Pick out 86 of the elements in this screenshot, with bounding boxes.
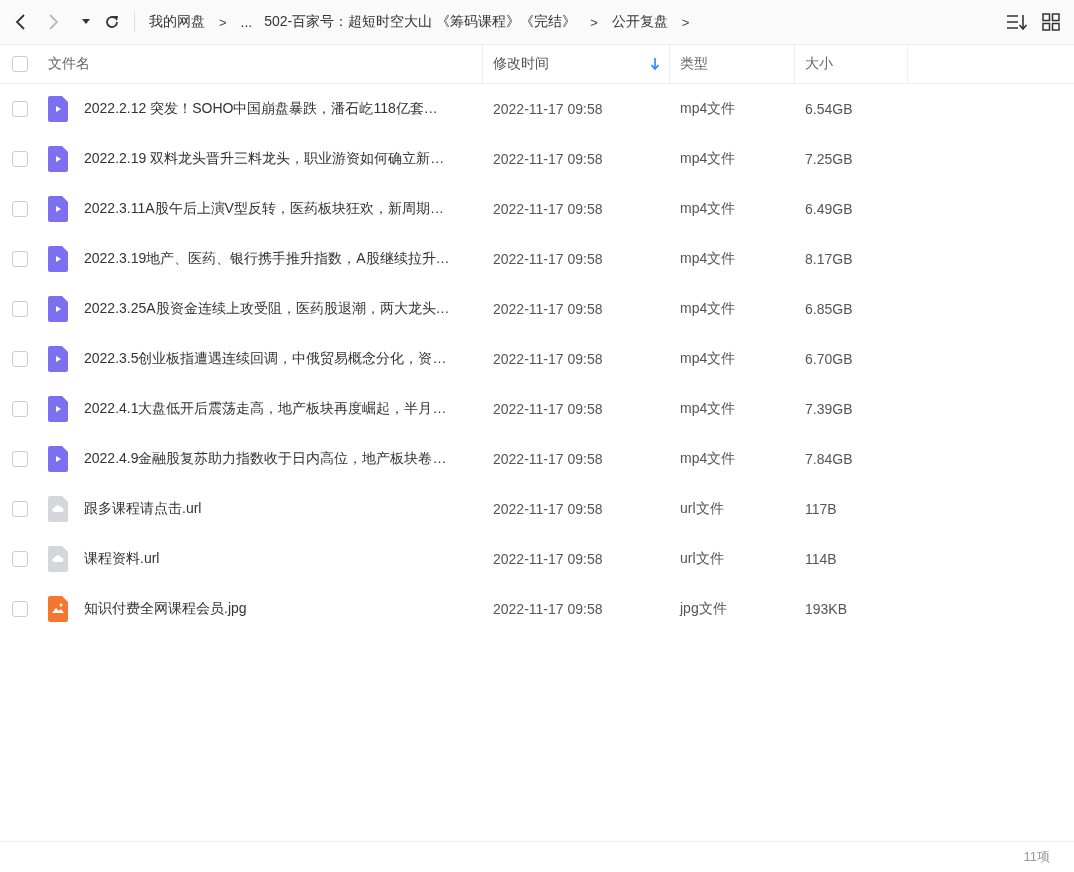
video-file-icon bbox=[48, 246, 68, 272]
file-type: mp4文件 bbox=[680, 150, 736, 168]
file-name[interactable]: 2022.3.11A股午后上演V型反转，医药板块狂欢，新周期… bbox=[84, 200, 444, 218]
video-file-icon bbox=[48, 296, 68, 322]
video-file-icon bbox=[48, 96, 68, 122]
file-size: 6.54GB bbox=[805, 101, 853, 117]
back-icon[interactable] bbox=[14, 13, 26, 31]
file-name[interactable]: 2022.3.19地产、医药、银行携手推升指数，A股继续拉升… bbox=[84, 250, 450, 268]
video-file-icon bbox=[48, 346, 68, 372]
cloud-file-icon bbox=[48, 496, 68, 522]
sort-descending-icon[interactable] bbox=[651, 58, 659, 70]
grid-view-icon[interactable] bbox=[1042, 13, 1060, 31]
file-size: 193KB bbox=[805, 601, 848, 617]
file-type: url文件 bbox=[680, 550, 724, 568]
file-type: mp4文件 bbox=[680, 200, 736, 218]
row-checkbox[interactable] bbox=[12, 601, 28, 617]
row-checkbox[interactable] bbox=[12, 151, 28, 167]
file-name[interactable]: 2022.4.1大盘低开后震荡走高，地产板块再度崛起，半月… bbox=[84, 400, 447, 418]
breadcrumb-separator: > bbox=[589, 14, 599, 30]
image-file-icon bbox=[48, 596, 68, 622]
row-checkbox[interactable] bbox=[12, 401, 28, 417]
file-size: 117B bbox=[805, 501, 837, 517]
breadcrumb-item[interactable]: 502-百家号：超短时空大山 《筹码课程》《完结》 bbox=[264, 13, 577, 31]
row-checkbox[interactable] bbox=[12, 301, 28, 317]
row-checkbox[interactable] bbox=[12, 251, 28, 267]
refresh-icon[interactable] bbox=[104, 14, 120, 30]
modified-time: 2022-11-17 09:58 bbox=[493, 601, 603, 617]
select-all-checkbox[interactable] bbox=[12, 56, 28, 72]
file-size: 114B bbox=[805, 551, 837, 567]
forward-icon[interactable] bbox=[48, 13, 60, 31]
breadcrumb-separator: > bbox=[680, 14, 691, 30]
modified-time: 2022-11-17 09:58 bbox=[493, 351, 603, 367]
row-checkbox[interactable] bbox=[12, 451, 28, 467]
file-size: 6.70GB bbox=[805, 351, 853, 367]
video-file-icon bbox=[48, 146, 68, 172]
file-size: 7.39GB bbox=[805, 401, 853, 417]
file-name[interactable]: 2022.2.19 双料龙头晋升三料龙头，职业游资如何确立新… bbox=[84, 150, 445, 168]
breadcrumb-item[interactable]: ... bbox=[240, 14, 253, 30]
file-type: mp4文件 bbox=[680, 100, 736, 118]
modified-time: 2022-11-17 09:58 bbox=[493, 151, 603, 167]
modified-time: 2022-11-17 09:58 bbox=[493, 101, 603, 117]
dropdown-icon[interactable] bbox=[82, 19, 90, 25]
file-size: 7.84GB bbox=[805, 451, 853, 467]
item-count: 11项 bbox=[1023, 848, 1050, 866]
file-size: 6.49GB bbox=[805, 201, 853, 217]
file-type: mp4文件 bbox=[680, 400, 736, 418]
file-name[interactable]: 跟多课程请点击.url bbox=[84, 500, 202, 518]
modified-time: 2022-11-17 09:58 bbox=[493, 451, 603, 467]
file-size: 6.85GB bbox=[805, 301, 853, 317]
file-type: mp4文件 bbox=[680, 350, 736, 368]
file-size: 8.17GB bbox=[805, 251, 853, 267]
file-name[interactable]: 2022.3.5创业板指遭遇连续回调，中俄贸易概念分化，资… bbox=[84, 350, 447, 368]
modified-time: 2022-11-17 09:58 bbox=[493, 401, 603, 417]
file-name[interactable]: 2022.4.9金融股复苏助力指数收于日内高位，地产板块卷… bbox=[84, 450, 447, 468]
modified-time: 2022-11-17 09:58 bbox=[493, 501, 603, 517]
file-name[interactable]: 2022.3.25A股资金连续上攻受阻，医药股退潮，两大龙头… bbox=[84, 300, 450, 318]
column-header[interactable]: 大小 bbox=[805, 55, 833, 73]
file-type: mp4文件 bbox=[680, 450, 736, 468]
file-type: mp4文件 bbox=[680, 300, 736, 318]
row-checkbox[interactable] bbox=[12, 351, 28, 367]
modified-time: 2022-11-17 09:58 bbox=[493, 301, 603, 317]
file-type: mp4文件 bbox=[680, 250, 736, 268]
file-name[interactable]: 2022.2.12 突发！SOHO中国崩盘暴跌，潘石屹118亿套… bbox=[84, 100, 438, 118]
file-name[interactable]: 知识付费全网课程会员.jpg bbox=[84, 600, 247, 618]
row-checkbox[interactable] bbox=[12, 201, 28, 217]
breadcrumb-separator: > bbox=[218, 14, 228, 30]
video-file-icon bbox=[48, 446, 68, 472]
video-file-icon bbox=[48, 196, 68, 222]
file-type: jpg文件 bbox=[680, 600, 727, 618]
breadcrumb-item[interactable]: 我的网盘 bbox=[149, 13, 205, 31]
modified-time: 2022-11-17 09:58 bbox=[493, 251, 603, 267]
column-header[interactable]: 类型 bbox=[680, 55, 708, 73]
column-header[interactable]: 修改时间 bbox=[493, 55, 549, 73]
video-file-icon bbox=[48, 396, 68, 422]
row-checkbox[interactable] bbox=[12, 551, 28, 567]
modified-time: 2022-11-17 09:58 bbox=[493, 201, 603, 217]
sort-icon[interactable] bbox=[1006, 13, 1028, 31]
file-type: url文件 bbox=[680, 500, 724, 518]
row-checkbox[interactable] bbox=[12, 101, 28, 117]
column-header[interactable]: 文件名 bbox=[48, 55, 90, 73]
cloud-file-icon bbox=[48, 546, 68, 572]
breadcrumb-item[interactable]: 公开复盘 bbox=[611, 13, 668, 31]
modified-time: 2022-11-17 09:58 bbox=[493, 551, 603, 567]
row-checkbox[interactable] bbox=[12, 501, 28, 517]
file-name[interactable]: 课程资料.url bbox=[84, 550, 160, 568]
file-size: 7.25GB bbox=[805, 151, 853, 167]
